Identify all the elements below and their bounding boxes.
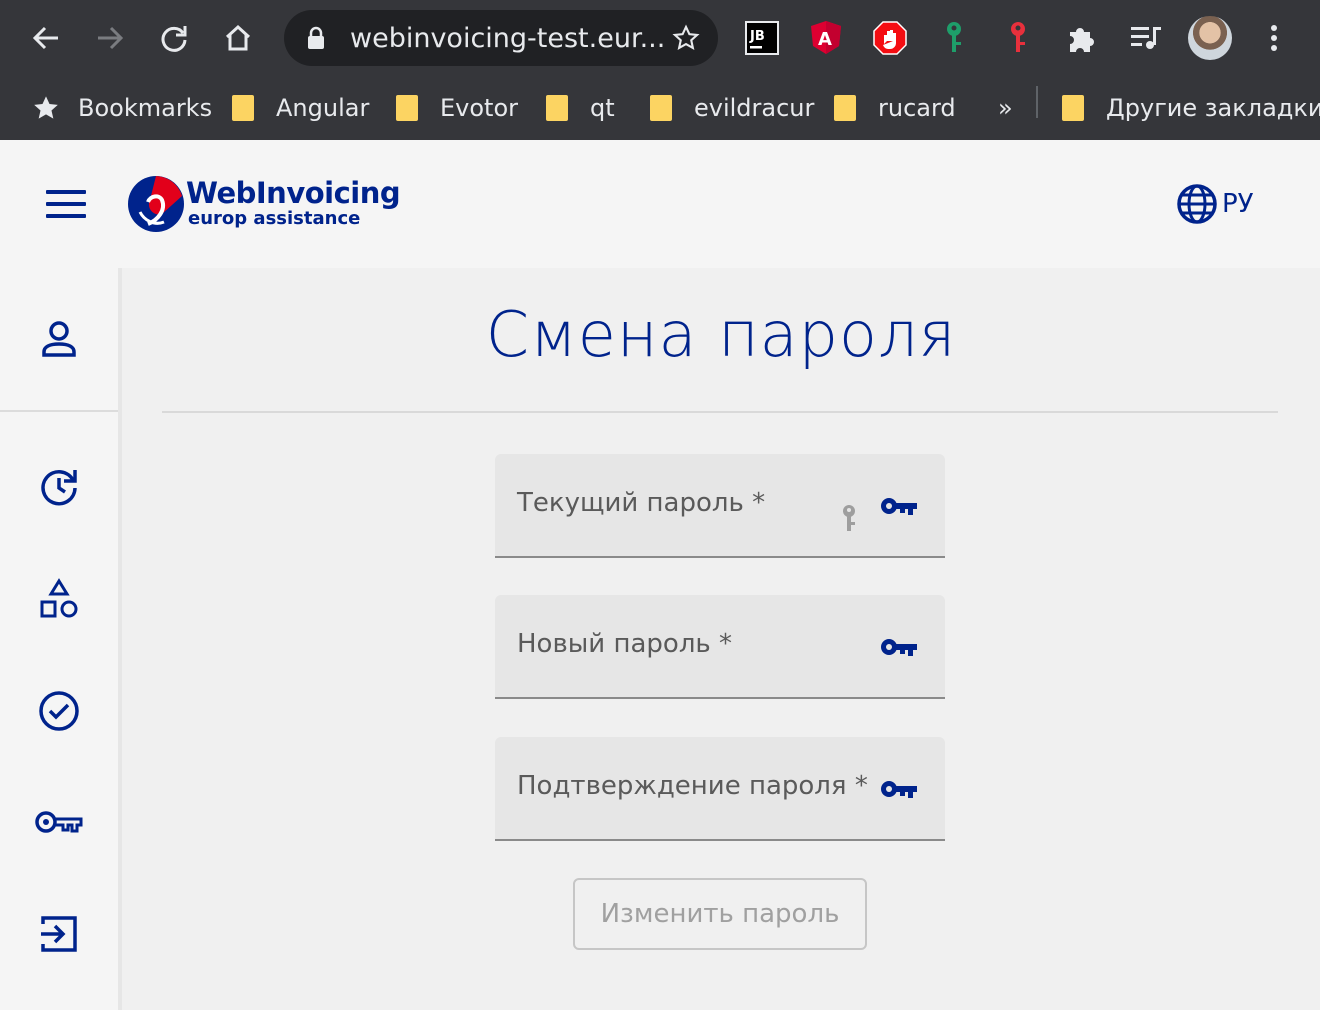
green-key-icon[interactable] [930, 14, 978, 62]
jetbrains-icon[interactable]: JB [738, 14, 786, 62]
browser-toolbar: webinvoicing-test.eur... JB A [0, 0, 1320, 76]
arrow-left-icon [32, 26, 58, 50]
media-icon[interactable] [1122, 14, 1170, 62]
folder-icon [834, 95, 856, 121]
new-password-label: Новый пароль * [517, 629, 733, 659]
key-icon [881, 498, 917, 515]
sidebar-item-history[interactable] [0, 466, 118, 506]
key-icon [35, 811, 83, 833]
hamburger-menu-icon[interactable] [46, 190, 86, 218]
title-divider [162, 411, 1278, 413]
red-key-icon[interactable] [994, 14, 1042, 62]
key-icon [881, 781, 917, 798]
svg-text:A: A [818, 29, 832, 50]
bookmark-angular[interactable]: Angular [232, 86, 369, 130]
current-password-field[interactable]: Текущий пароль * [495, 454, 945, 558]
shapes-icon [40, 578, 78, 618]
bookmark-evildracur[interactable]: evildracur [650, 86, 814, 130]
folder-icon [232, 95, 254, 121]
bookmark-star-icon[interactable] [672, 24, 700, 52]
logo-mark-icon [128, 176, 184, 232]
key-icon [881, 639, 917, 656]
language-label: РУ [1222, 189, 1254, 219]
url-text: webinvoicing-test.eur... [350, 23, 666, 54]
address-bar[interactable]: webinvoicing-test.eur... [284, 10, 718, 66]
bookmarks-overflow-button[interactable]: » [998, 86, 1013, 130]
check-circle-icon [39, 691, 79, 731]
history-icon [41, 470, 77, 506]
bookmarks-apps[interactable]: Bookmarks [32, 86, 212, 130]
bookmark-label: Evotor [440, 94, 519, 122]
more-vert-icon [1271, 25, 1277, 51]
bookmark-label: rucard [878, 94, 956, 122]
main-content: Смена пароля Текущий пароль * Новый паро… [122, 268, 1320, 1010]
bookmark-evotor[interactable]: Evotor [396, 86, 518, 130]
logo[interactable]: WebInvoicing europ assistance [126, 172, 401, 238]
folder-icon [650, 95, 672, 121]
menu-button[interactable] [1248, 12, 1300, 64]
bookmark-label: evildracur [694, 94, 815, 122]
adblock-icon[interactable] [866, 14, 914, 62]
arrow-right-icon [98, 26, 124, 50]
sidebar-item-change-password[interactable] [0, 806, 118, 838]
folder-icon [396, 95, 418, 121]
sidebar-item-categories[interactable] [0, 578, 118, 620]
folder-icon [1062, 95, 1084, 121]
sidebar-item-approved[interactable] [0, 690, 118, 732]
svg-text:JB: JB [749, 29, 765, 44]
bookmark-label: Bookmarks [78, 94, 213, 122]
bookmark-qt[interactable]: qt [546, 86, 615, 130]
password-manager-key-icon[interactable] [841, 504, 857, 534]
user-icon [42, 321, 76, 357]
bookmark-other[interactable]: Другие закладки [1062, 86, 1320, 130]
confirm-password-field[interactable]: Подтверждение пароля * [495, 737, 945, 841]
new-password-field[interactable]: Новый пароль * [495, 595, 945, 699]
folder-icon [546, 95, 568, 121]
bookmark-label: Другие закладки [1106, 94, 1320, 122]
current-password-label: Текущий пароль * [517, 488, 766, 518]
language-switcher[interactable]: РУ [1176, 182, 1254, 226]
forward-button[interactable] [84, 12, 136, 64]
home-icon [225, 24, 251, 51]
logo-title: WebInvoicing [186, 176, 401, 210]
bookmarks-separator [1036, 86, 1038, 118]
change-password-button[interactable]: Изменить пароль [573, 878, 867, 950]
sidebar-divider [0, 410, 118, 412]
sidebar-item-logout[interactable] [0, 914, 118, 954]
app-header: WebInvoicing europ assistance РУ [0, 140, 1320, 268]
bookmark-rucard[interactable]: rucard [834, 86, 956, 130]
reload-button[interactable] [148, 12, 200, 64]
bookmarks-bar: Bookmarks Angular Evotor qt evildracur r… [0, 76, 1320, 140]
logout-icon [41, 916, 77, 952]
lock-icon [308, 26, 324, 49]
globe-icon [1177, 184, 1217, 224]
home-button[interactable] [212, 12, 264, 64]
bookmark-label: Angular [276, 94, 370, 122]
logo-subtitle: europ assistance [188, 208, 361, 229]
star-icon [34, 96, 58, 119]
page-title: Смена пароля [485, 298, 957, 371]
sidebar-item-profile[interactable] [0, 320, 118, 358]
puzzle-icon[interactable] [1058, 14, 1106, 62]
browser-chrome: webinvoicing-test.eur... JB A Bookmarks … [0, 0, 1320, 140]
angular-icon[interactable]: A [802, 14, 850, 62]
sidebar [0, 268, 122, 1010]
confirm-password-label: Подтверждение пароля * [517, 771, 868, 801]
reload-icon [161, 26, 187, 52]
bookmark-label: qt [590, 94, 615, 122]
back-button[interactable] [20, 12, 72, 64]
profile-avatar[interactable] [1188, 16, 1232, 60]
